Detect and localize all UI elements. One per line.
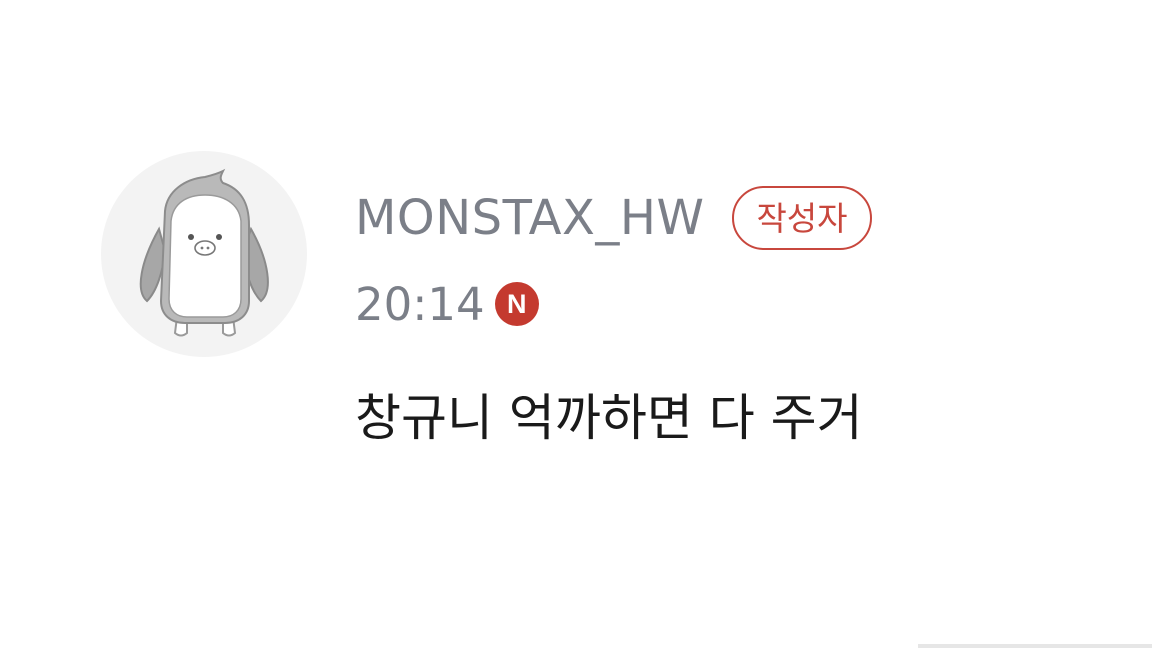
new-badge: N	[494, 282, 539, 326]
divider	[918, 644, 1152, 648]
author-badge: 작성자	[732, 186, 872, 250]
author-row: MONSTAX_HW 작성자	[355, 183, 872, 253]
meta-row: 20:14 N	[355, 276, 539, 332]
author-name[interactable]: MONSTAX_HW	[355, 194, 704, 242]
penguin-icon	[139, 168, 269, 337]
avatar[interactable]	[101, 151, 307, 357]
comment-text: 창규니 억까하면 다 주거	[355, 389, 863, 447]
comment-item: MONSTAX_HW 작성자 20:14 N 창규니 억까하면 다 주거	[0, 0, 1152, 648]
comment-time: 20:14	[355, 277, 485, 331]
